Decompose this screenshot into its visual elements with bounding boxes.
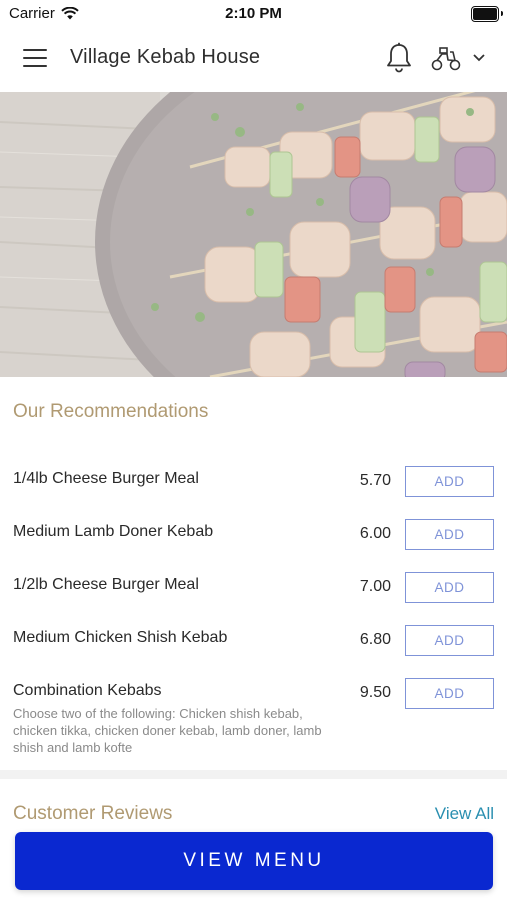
item-name: Combination Kebabs	[13, 682, 162, 699]
bell-icon[interactable]	[385, 42, 413, 74]
add-button[interactable]: ADD	[405, 572, 494, 603]
add-button[interactable]: ADD	[405, 519, 494, 550]
status-bar: Carrier 2:10 PM	[0, 0, 507, 26]
restaurant-title: Village Kebab House	[70, 46, 261, 68]
item-price: 6.80	[359, 631, 391, 648]
add-button[interactable]: ADD	[405, 678, 494, 709]
item-name: 1/2lb Cheese Burger Meal	[13, 576, 199, 593]
recommendations-section: Our Recommendations 1/4lb Cheese Burger …	[0, 377, 507, 770]
reviews-title: Customer Reviews	[13, 803, 173, 824]
menu-icon[interactable]	[23, 49, 47, 69]
item-price: 7.00	[359, 578, 391, 595]
item-price: 9.50	[359, 684, 391, 701]
scooter-icon[interactable]	[431, 46, 461, 72]
add-button[interactable]: ADD	[405, 466, 494, 497]
app-header: Village Kebab House	[0, 26, 507, 92]
status-time: 2:10 PM	[225, 5, 282, 22]
item-name: Medium Chicken Shish Kebab	[13, 629, 228, 646]
add-button[interactable]: ADD	[405, 625, 494, 656]
item-name: Medium Lamb Doner Kebab	[13, 523, 214, 540]
battery-icon	[471, 6, 503, 22]
item-price: 6.00	[359, 525, 391, 542]
view-all-link[interactable]: View All	[435, 804, 494, 824]
item-description: Choose two of the following: Chicken shi…	[13, 706, 322, 755]
item-name: 1/4lb Cheese Burger Meal	[13, 470, 199, 487]
recommendations-title: Our Recommendations	[13, 401, 209, 422]
view-menu-button[interactable]: VIEW MENU	[15, 832, 493, 890]
hero-image	[0, 92, 507, 377]
item-price: 5.70	[359, 472, 391, 489]
chevron-down-icon[interactable]	[472, 53, 486, 63]
section-divider	[0, 770, 507, 779]
